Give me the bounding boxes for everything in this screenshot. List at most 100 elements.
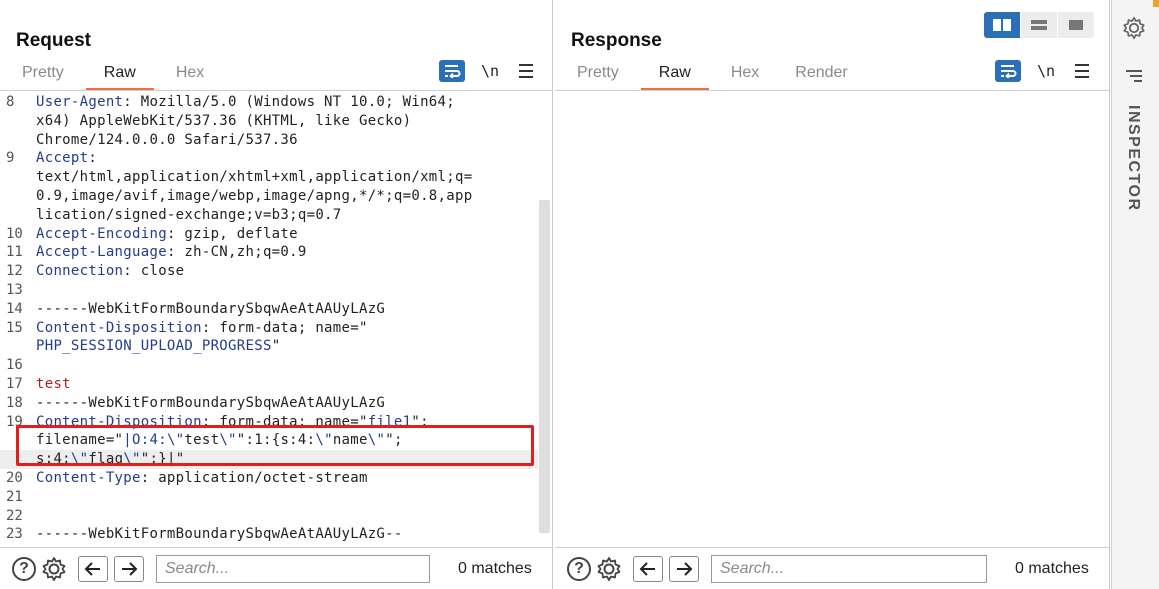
editor-line[interactable]: 8 User-Agent: Mozilla/5.0 (Windows NT 10.… [0,93,538,112]
editor-line[interactable]: 20 Content-Type: application/octet-stream [0,469,538,488]
request-editor[interactable]: 8 User-Agent: Mozilla/5.0 (Windows NT 10.… [0,93,538,545]
gear-icon[interactable] [1121,15,1147,41]
request-match-count: 0 matches [458,559,532,577]
code-token: lication/signed-exchange;v=b3;q=0.7 [36,206,342,223]
help-icon[interactable]: ? [567,556,591,581]
highlight-annotation [16,425,534,466]
inspector-lines-icon[interactable] [1123,68,1145,84]
response-match-count: 0 matches [1015,559,1089,577]
side-by-side-layout-button[interactable] [984,12,1020,38]
request-title: Request [16,30,91,51]
response-tab-pretty[interactable]: Pretty [563,62,633,91]
editor-scrollbar[interactable] [539,200,550,533]
request-search-input[interactable] [156,554,430,583]
line-text: test [36,375,71,394]
show-newlines-button[interactable]: \n [481,62,499,80]
line-number: 14 [6,300,23,317]
response-toolbar: \n [995,60,1090,82]
settings-icon[interactable] [595,555,623,583]
help-icon[interactable]: ? [12,556,36,581]
request-search-bar: ? 0 matches [0,547,552,589]
editor-line[interactable]: 11 Accept-Language: zh-CN,zh;q=0.9 [0,243,538,262]
editor-line[interactable]: 23 ------WebKitFormBoundarySbqwAeAtAAUyLA… [0,525,538,544]
request-pane: Request Pretty Raw Hex \n 8 User-Agent: M… [0,0,553,589]
editor-line[interactable]: Chrome/124.0.0.0 Safari/537.36 [0,131,538,150]
editor-line[interactable]: lication/signed-exchange;v=b3;q=0.7 [0,206,538,225]
editor-line[interactable]: PHP_SESSION_UPLOAD_PROGRESS" [0,337,538,356]
line-text: Accept-Encoding: gzip, deflate [36,225,298,244]
previous-match-button[interactable] [78,555,108,582]
editor-line[interactable]: x64) AppleWebKit/537.36 (KHTML, like Gec… [0,112,538,131]
line-text: text/html,application/xhtml+xml,applicat… [36,168,472,187]
response-tab-raw[interactable]: Raw [640,62,709,91]
line-number: 22 [6,507,23,524]
line-number: 8 [6,94,15,110]
response-search-input[interactable] [711,554,987,583]
editor-line[interactable]: 21 [0,488,538,507]
line-text: Accept: [36,149,97,168]
next-match-button[interactable] [669,555,699,582]
editor-line[interactable]: 13 [0,281,538,300]
line-text: ------WebKitFormBoundarySbqwAeAtAAUyLAzG [36,394,385,413]
editor-line[interactable]: 10 Accept-Encoding: gzip, deflate [0,225,538,244]
line-number: 13 [6,281,23,298]
line-text: Chrome/124.0.0.0 Safari/537.36 [36,131,298,150]
code-token: ------WebKitFormBoundarySbqwAeAtAAUyLAzG [36,300,386,317]
tabbed-layout-button[interactable] [1058,12,1094,38]
line-number: 21 [6,488,23,505]
editor-line[interactable]: 0.9,image/avif,image/webp,image/apng,*/*… [0,187,538,206]
response-title: Response [571,30,662,51]
editor-line[interactable]: 18 ------WebKitFormBoundarySbqwAeAtAAUyLA… [0,394,538,413]
settings-icon[interactable] [40,555,68,583]
inspector-tab-label[interactable]: INSPECTOR [1124,105,1142,212]
request-tab-pretty[interactable]: Pretty [8,62,78,91]
line-number: 18 [6,394,23,411]
response-tab-hex[interactable]: Hex [717,62,773,91]
code-token: Accept [36,150,89,167]
code-token: text/html,application/xhtml+xml,applicat… [36,169,473,186]
request-tab-raw[interactable]: Raw [85,62,154,91]
line-number: 16 [6,357,23,374]
editor-line[interactable]: 22 [0,507,538,526]
code-token: : close [123,263,185,280]
next-match-button[interactable] [114,555,144,582]
response-pane: Response Pretty Raw Hex Render \n ? Sear… [555,0,1110,589]
menu-icon[interactable] [519,64,534,78]
editor-line[interactable]: 14 ------WebKitFormBoundarySbqwAeAtAAUyLA… [0,300,538,319]
code-token: PHP_SESSION_UPLOAD_PROGRESS [36,338,272,355]
line-text: ------WebKitFormBoundarySbqwAeAtAAUyLAzG… [36,525,403,544]
code-token: : [88,150,98,167]
editor-divider [0,90,552,91]
request-toolbar: \n [439,60,534,82]
code-token: x64) AppleWebKit/537.36 (KHTML, like Gec… [36,112,412,129]
response-tabs: Pretty Raw Hex Render [563,62,870,91]
word-wrap-icon[interactable] [439,60,465,82]
word-wrap-icon[interactable] [995,60,1021,82]
editor-line[interactable]: 9 Accept: [0,149,538,168]
stacked-layout-button[interactable] [1021,12,1057,38]
code-token: : form-data; name=" [201,319,368,336]
editor-line[interactable]: 17 test [0,375,538,394]
line-text: x64) AppleWebKit/537.36 (KHTML, like Gec… [36,112,411,131]
code-token: " [271,338,281,355]
line-text: User-Agent: Mozilla/5.0 (Windows NT 10.0… [36,93,455,112]
previous-match-button[interactable] [633,555,663,582]
code-token: : gzip, deflate [166,225,298,242]
code-token: test [36,375,71,392]
code-token: : zh-CN,zh;q=0.9 [166,244,307,261]
line-number: 11 [6,244,23,261]
code-token: Chrome/124.0.0.0 Safari/537.36 [36,131,298,148]
show-newlines-button[interactable]: \n [1037,62,1055,80]
code-token: User-Agent [36,94,124,110]
editor-line[interactable]: 15 Content-Disposition: form-data; name=" [0,319,538,338]
request-tab-hex[interactable]: Hex [162,62,218,91]
editor-line[interactable]: 12 Connection: close [0,262,538,281]
menu-icon[interactable] [1075,64,1090,78]
response-editor[interactable] [555,93,1107,545]
line-text: ------WebKitFormBoundarySbqwAeAtAAUyLAzG [36,300,385,319]
response-tab-render[interactable]: Render [781,62,861,91]
line-number: 17 [6,375,23,392]
code-token: Content-Disposition [36,319,202,336]
editor-line[interactable]: text/html,application/xhtml+xml,applicat… [0,168,538,187]
editor-line[interactable]: 16 [0,356,538,375]
